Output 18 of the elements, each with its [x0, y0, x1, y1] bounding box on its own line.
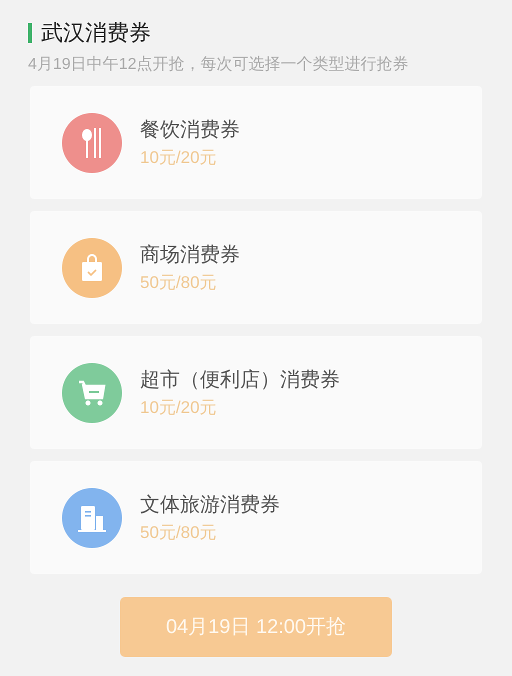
coupon-amount: 10元/20元: [140, 396, 218, 418]
coupon-card[interactable]: 商场消费券 50元/80元: [30, 211, 482, 324]
coupon-card[interactable]: 餐饮消费券 10元/20元: [30, 86, 482, 199]
coupon-amount: 50元/80元: [140, 522, 218, 544]
shopping-cart-icon: [78, 380, 106, 406]
coupon-name: 商场消费券: [140, 242, 240, 268]
coupon-amount: 50元/80元: [140, 272, 218, 294]
shopping-bag-icon: [81, 254, 103, 282]
spoon-chopsticks-icon: [81, 128, 103, 158]
subtitle: 4月19日中午12点开抢，每次可选择一个类型进行抢券: [28, 54, 410, 75]
coupon-amount: 10元/20元: [140, 146, 218, 168]
coupon-name: 超市（便利店）消费券: [140, 368, 340, 392]
coupon-card[interactable]: 文体旅游消费券 50元/80元: [30, 461, 482, 574]
building-icon: [77, 504, 107, 532]
coupon-card[interactable]: 超市（便利店）消费券 10元/20元: [30, 336, 482, 449]
coupon-name: 餐饮消费券: [140, 118, 240, 142]
page-title: 武汉消费券: [41, 20, 151, 46]
coupon-name: 文体旅游消费券: [140, 492, 280, 518]
